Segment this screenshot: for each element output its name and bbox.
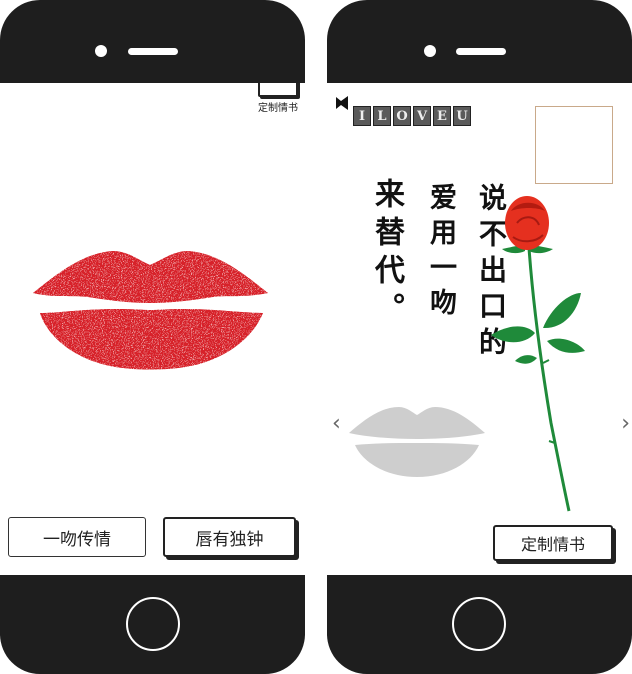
home-button[interactable]	[452, 597, 506, 651]
custom-letter-icon	[258, 83, 298, 97]
next-arrow[interactable]: ›	[621, 413, 630, 435]
i-love-u-tiles: I L O V E U	[353, 106, 471, 126]
love-tile: O	[393, 106, 411, 126]
poem-column-2: 爱用一吻	[425, 183, 456, 323]
kiss-button[interactable]: 一吻传情	[8, 517, 146, 557]
love-tile: L	[373, 106, 391, 126]
phone-right: I L O V E U 说不出口的 爱用一吻 来替代。 ‹ › 定制情书	[327, 0, 632, 674]
custom-letter-top-button[interactable]: 定制情书	[255, 83, 301, 114]
poem-column-3: 来替代。	[369, 178, 404, 330]
phone-left: 定制情书 一吻传情 唇有独钟	[0, 0, 305, 674]
custom-letter-label: 定制情书	[258, 103, 298, 114]
speaker-slot	[456, 48, 506, 55]
camera-dot	[95, 45, 107, 57]
camera-dot	[424, 45, 436, 57]
red-rose-image	[491, 196, 585, 512]
love-tile: V	[413, 106, 431, 126]
grey-lips-image	[349, 407, 485, 477]
speaker-slot	[128, 48, 178, 55]
speaker-icon[interactable]	[335, 95, 351, 111]
photo-frame[interactable]	[535, 106, 613, 184]
love-tile: U	[453, 106, 471, 126]
custom-letter-button[interactable]: 定制情书	[493, 525, 613, 561]
screen-left: 定制情书 一吻传情 唇有独钟	[0, 83, 305, 575]
home-button[interactable]	[126, 597, 180, 651]
screen-right: I L O V E U 说不出口的 爱用一吻 来替代。 ‹ › 定制情书	[327, 83, 632, 575]
love-tile: E	[433, 106, 451, 126]
lips-button[interactable]: 唇有独钟	[163, 517, 296, 557]
love-tile: I	[353, 106, 371, 126]
prev-arrow[interactable]: ‹	[332, 413, 341, 435]
red-lips-image	[33, 251, 268, 370]
